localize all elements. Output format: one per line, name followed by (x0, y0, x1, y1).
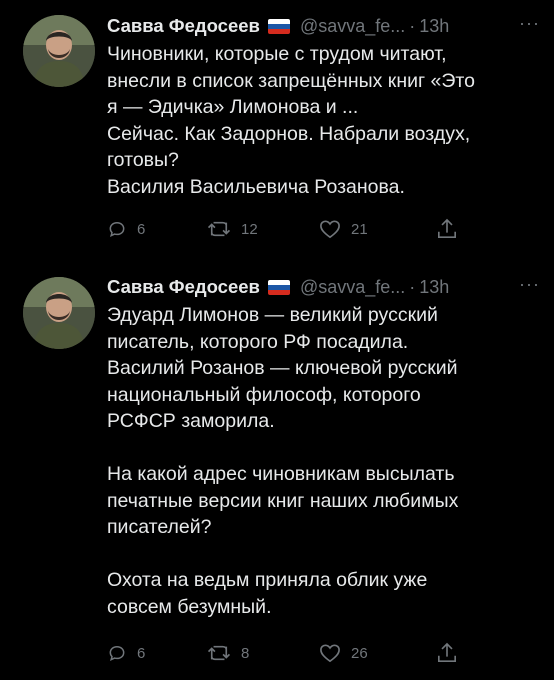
tweet-text-line: печатные версии книг наших любимых (107, 489, 459, 512)
share-button[interactable] (437, 216, 457, 242)
tweet-text-line: совсем безумный. (107, 595, 272, 618)
reply-button[interactable]: 6 (107, 216, 145, 242)
russian-flag-icon (267, 18, 290, 34)
timestamp[interactable]: 13h (419, 13, 449, 39)
tweet-text-line: Охота на ведьм приняла облик уже (107, 569, 428, 591)
tweet-text-line: Чиновники, которые с трудом читают, (107, 43, 447, 65)
retweet-count: 8 (241, 644, 250, 662)
retweet-button[interactable]: 12 (207, 216, 258, 242)
tweet-text: Чиновники, которые с трудом читают, внес… (107, 41, 540, 200)
tweet-actions: 6 8 26 (107, 640, 467, 666)
author-handle[interactable]: @savva_fe... (300, 13, 405, 39)
more-options-icon[interactable]: ··· (519, 274, 540, 294)
tweet-text-line: Василий Розанов — ключевой русский (107, 357, 458, 379)
reply-button[interactable]: 6 (107, 640, 145, 666)
russian-flag-icon (267, 279, 290, 295)
avatar[interactable] (23, 15, 95, 87)
heart-icon (320, 220, 340, 239)
reply-count: 6 (137, 644, 146, 662)
share-button[interactable] (437, 640, 457, 666)
tweet-1[interactable]: Савва Федосеев @savva_fe... · 13h ··· Чи… (0, 0, 554, 250)
author-name[interactable]: Савва Федосеев (107, 274, 260, 300)
reply-icon (109, 221, 125, 238)
tweet-text-line: готовы? (107, 149, 179, 171)
tweet-text-line: национальный философ, которого (107, 383, 421, 406)
retweet-button[interactable]: 8 (207, 640, 249, 666)
heart-icon (320, 644, 340, 663)
reply-icon (109, 645, 125, 662)
timestamp[interactable]: 13h (419, 274, 449, 300)
more-options-icon[interactable]: ··· (519, 13, 540, 33)
like-count: 21 (351, 220, 368, 238)
reply-count: 6 (137, 220, 146, 238)
tweet-text-line: На какой адрес чиновникам высылать (107, 463, 455, 485)
tweet-header: Савва Федосеев @savva_fe... · 13h (107, 274, 540, 300)
tweet-header: Савва Федосеев @savva_fe... · 13h (107, 13, 540, 39)
tweet-text: Эдуард Лимонов — великий русский писател… (107, 302, 540, 620)
retweet-count: 12 (241, 220, 258, 238)
tweet-2[interactable]: Савва Федосеев @savva_fe... · 13h ··· Эд… (0, 250, 554, 680)
share-icon (438, 642, 456, 662)
tweet-text-line: я — Эдичка» Лимонова и ... (107, 96, 359, 118)
tweet-text-line: Василия Васильевича Розанова. (107, 175, 405, 198)
tweet-actions: 6 12 21 (107, 216, 467, 242)
tweet-text-line: Сейчас. Как Задорнов. Набрали воздух, (107, 122, 471, 145)
retweet-icon (207, 645, 231, 661)
like-button[interactable]: 21 (319, 216, 368, 242)
separator-dot: · (409, 277, 416, 297)
author-handle[interactable]: @savva_fe... (300, 274, 405, 300)
tweet-text-line: писателей? (107, 516, 212, 538)
like-count: 26 (351, 644, 368, 662)
author-name[interactable]: Савва Федосеев (107, 13, 260, 39)
tweet-text-line: писатель, которого РФ посадила. (107, 330, 409, 353)
separator-dot: · (409, 16, 416, 36)
tweet-text-line: Эдуард Лимонов — великий русский (107, 304, 438, 326)
retweet-icon (207, 221, 231, 237)
avatar[interactable] (23, 277, 95, 349)
share-icon (438, 218, 456, 238)
tweet-text-line: РСФСР заморила. (107, 410, 275, 432)
like-button[interactable]: 26 (319, 640, 368, 666)
tweet-text-line: внесли в список запрещённых книг «Это (107, 69, 475, 92)
